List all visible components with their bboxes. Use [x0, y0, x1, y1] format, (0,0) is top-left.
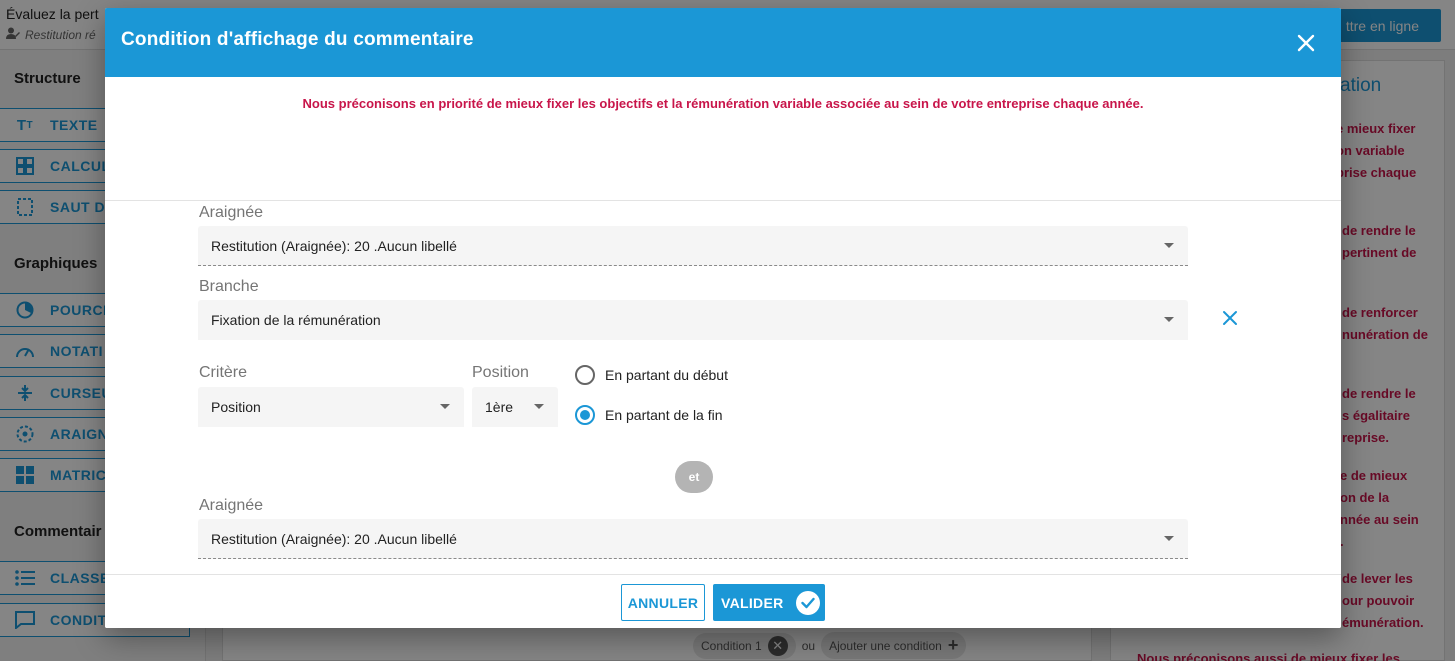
critere-select-value: Position	[211, 399, 261, 415]
cancel-button[interactable]: ANNULER	[621, 584, 705, 621]
radio-label: En partant de la fin	[605, 407, 723, 423]
comment-preview: Nous préconisons en priorité de mieux fi…	[105, 77, 1341, 201]
radio-checked-icon	[575, 405, 595, 425]
close-button[interactable]	[1293, 30, 1319, 56]
araignee-select-value: Restitution (Araignée): 20 .Aucun libell…	[211, 237, 457, 254]
radio-unchecked-icon	[575, 365, 595, 385]
radio-from-end[interactable]: En partant de la fin	[575, 405, 723, 425]
araignee-label: Araignée	[199, 204, 264, 221]
validate-button[interactable]: VALIDER	[713, 584, 825, 621]
chevron-down-icon	[1164, 243, 1174, 248]
chevron-down-icon	[534, 404, 544, 409]
chevron-down-icon	[1164, 536, 1174, 541]
dialog-footer: ANNULER VALIDER	[105, 574, 1341, 628]
araignee-select-value: Restitution (Araignée): 20 .Aucun libell…	[211, 530, 457, 547]
radio-from-start[interactable]: En partant du début	[575, 365, 728, 385]
close-icon	[1297, 34, 1315, 52]
chevron-down-icon	[440, 404, 450, 409]
validate-button-label: VALIDER	[721, 594, 784, 611]
condition-dialog: Condition d'affichage du commentaire Nou…	[105, 8, 1341, 628]
dialog-title: Condition d'affichage du commentaire	[121, 29, 474, 50]
remove-branch-button[interactable]	[1220, 308, 1240, 328]
check-circle-icon	[795, 590, 820, 615]
position-label: Position	[472, 364, 529, 381]
branche-label: Branche	[199, 278, 259, 295]
araignee-select-2[interactable]: Restitution (Araignée): 20 .Aucun libell…	[198, 519, 1188, 559]
araignee-label-2: Araignée	[199, 497, 264, 514]
position-select-value: 1ère	[485, 399, 514, 415]
and-joiner-badge: et	[675, 461, 713, 493]
dialog-header: Condition d'affichage du commentaire	[105, 8, 1341, 77]
chevron-down-icon	[1164, 317, 1174, 322]
branche-select-value: Fixation de la rémunération	[211, 312, 381, 328]
branche-select[interactable]: Fixation de la rémunération	[198, 300, 1188, 340]
radio-label: En partant du début	[605, 367, 728, 383]
critere-select[interactable]: Position	[198, 387, 464, 427]
araignee-select[interactable]: Restitution (Araignée): 20 .Aucun libell…	[198, 226, 1188, 266]
position-select[interactable]: 1ère	[472, 387, 558, 427]
critere-label: Critère	[199, 364, 248, 381]
close-icon	[1223, 311, 1237, 325]
comment-text: Nous préconisons en priorité de mieux fi…	[302, 96, 1144, 111]
